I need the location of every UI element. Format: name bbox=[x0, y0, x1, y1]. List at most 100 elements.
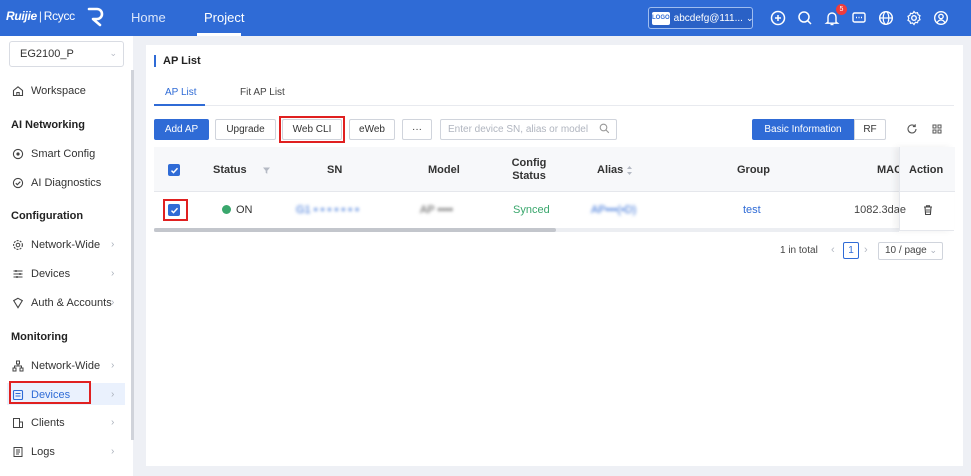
next-page-icon[interactable]: › bbox=[864, 244, 868, 256]
chevron-right-icon: › bbox=[111, 360, 115, 371]
column-header-model: Model bbox=[428, 164, 460, 176]
brand-mark-icon bbox=[87, 7, 104, 27]
chevron-down-icon: ⌄ bbox=[109, 48, 117, 58]
checkmark-icon bbox=[170, 167, 178, 174]
eweb-button[interactable]: eWeb bbox=[349, 119, 395, 140]
sidebar-item-label: Auth & Accounts bbox=[31, 297, 112, 309]
table-header bbox=[154, 147, 954, 192]
nav-active-indicator bbox=[197, 33, 241, 36]
chevron-right-icon: › bbox=[111, 417, 115, 428]
sidebar-group-ai-networking: AI Networking bbox=[11, 119, 85, 131]
column-header-alias[interactable]: Alias bbox=[597, 164, 623, 177]
column-header-status[interactable]: Status bbox=[213, 164, 247, 177]
filter-icon[interactable] bbox=[262, 166, 271, 175]
nav-home[interactable]: Home bbox=[131, 10, 166, 25]
sidebar-item-logs[interactable]: Logs bbox=[11, 445, 55, 459]
site-name: EG2100_P bbox=[20, 48, 74, 60]
account-selector[interactable]: LOGO abcdefg@111... ⌄ bbox=[648, 7, 754, 29]
column-header-config-status: Config Status bbox=[506, 157, 552, 183]
sidebar-item-label: Workspace bbox=[31, 85, 86, 97]
column-header-group: Group bbox=[737, 164, 770, 176]
upgrade-button[interactable]: Upgrade bbox=[215, 119, 276, 140]
sidebar-item-monitor-network-wide[interactable]: Network-Wide bbox=[11, 359, 100, 373]
column-header-config-status-line1: Config bbox=[511, 157, 547, 169]
refresh-icon[interactable] bbox=[906, 123, 918, 135]
chevron-down-icon: ⌄ bbox=[929, 245, 937, 255]
table-scroll-thumb[interactable] bbox=[154, 228, 556, 232]
gear-icon[interactable] bbox=[906, 10, 922, 26]
search-icon bbox=[599, 123, 610, 134]
brand-logo[interactable]: Ruijie | Rcycc bbox=[6, 9, 75, 23]
grid-settings-icon[interactable] bbox=[931, 123, 943, 135]
page-size-value: 10 / page bbox=[885, 245, 927, 256]
sidebar-item-workspace[interactable]: Workspace bbox=[11, 84, 86, 98]
sidebar-item-ai-diagnostics[interactable]: AI Diagnostics bbox=[11, 176, 101, 190]
pagination-page-1[interactable]: 1 bbox=[843, 242, 859, 259]
user-icon[interactable] bbox=[933, 10, 949, 26]
notification-badge: 5 bbox=[836, 4, 847, 15]
topology-icon bbox=[11, 359, 25, 373]
more-button[interactable]: ··· bbox=[402, 119, 432, 140]
home-icon bbox=[11, 84, 25, 98]
sidebar-item-label: Network-Wide bbox=[31, 239, 101, 251]
chevron-right-icon: › bbox=[111, 268, 115, 279]
globe-icon[interactable] bbox=[878, 10, 894, 26]
sort-icon[interactable] bbox=[626, 165, 633, 176]
search-input[interactable]: Enter device SN, alias or model bbox=[440, 119, 617, 140]
nav-project[interactable]: Project bbox=[204, 10, 244, 25]
shield-icon bbox=[11, 296, 25, 310]
search-icon[interactable] bbox=[797, 10, 813, 26]
sidebar-scrollbar[interactable] bbox=[131, 70, 134, 440]
basic-information-view-button[interactable]: Basic Information bbox=[752, 119, 854, 140]
account-name: abcdefg@111... bbox=[673, 12, 743, 24]
chevron-right-icon: › bbox=[111, 239, 115, 250]
page-size-select[interactable]: 10 / page ⌄ bbox=[878, 242, 943, 260]
sidebar-item-label: Logs bbox=[31, 446, 55, 458]
prev-page-icon[interactable]: ‹ bbox=[831, 244, 835, 256]
top-bar: Ruijie | Rcycc Home Project LOGO abcdefg@1… bbox=[0, 0, 971, 36]
sidebar-group-monitoring: Monitoring bbox=[11, 331, 68, 343]
cell-sn[interactable]: G1 • • • • • • • bbox=[296, 204, 359, 216]
chevron-right-icon: › bbox=[111, 297, 115, 308]
sidebar-item-config-devices[interactable]: Devices bbox=[11, 267, 70, 281]
ai-diagnostics-icon bbox=[11, 176, 25, 190]
online-status-icon bbox=[222, 205, 231, 214]
highlight-box-row-checkbox bbox=[163, 199, 188, 221]
sidebar-item-smart-config[interactable]: Smart Config bbox=[11, 147, 95, 161]
sidebar-item-config-network-wide[interactable]: Network-Wide bbox=[11, 238, 100, 252]
add-ap-button[interactable]: Add AP bbox=[154, 119, 209, 140]
search-placeholder: Enter device SN, alias or model bbox=[448, 124, 589, 135]
add-circle-icon[interactable] bbox=[770, 10, 786, 26]
logs-icon bbox=[11, 445, 25, 459]
cell-group[interactable]: test bbox=[743, 204, 761, 216]
column-header-sn: SN bbox=[327, 164, 343, 176]
sidebar-item-label: AI Diagnostics bbox=[31, 177, 102, 189]
cell-status: ON bbox=[222, 204, 253, 216]
gear-icon bbox=[11, 238, 25, 252]
smart-config-icon bbox=[11, 147, 25, 161]
delete-icon[interactable] bbox=[922, 204, 934, 216]
sidebar-item-label: Network-Wide bbox=[31, 360, 101, 372]
tenant-logo: LOGO bbox=[652, 11, 670, 25]
rf-view-button[interactable]: RF bbox=[854, 119, 886, 140]
message-icon[interactable] bbox=[851, 10, 867, 26]
sidebar-item-label: Devices bbox=[31, 268, 71, 280]
action-column: Action bbox=[899, 147, 955, 231]
chevron-right-icon: › bbox=[111, 389, 115, 400]
sidebar-item-auth-accounts[interactable]: Auth & Accounts bbox=[11, 296, 112, 310]
highlight-box-devices bbox=[9, 381, 91, 404]
site-selector[interactable]: EG2100_P ⌄ bbox=[9, 41, 124, 67]
select-all-checkbox[interactable] bbox=[168, 164, 180, 176]
status-text: ON bbox=[236, 204, 253, 216]
sidebar-item-clients[interactable]: Clients bbox=[11, 416, 65, 430]
tab-active-indicator bbox=[154, 104, 205, 106]
tab-ap-list[interactable]: AP List bbox=[165, 87, 197, 98]
tabs-baseline bbox=[154, 105, 954, 106]
column-header-action: Action bbox=[909, 164, 944, 176]
chevron-down-icon: ⌄ bbox=[745, 12, 754, 23]
chevron-right-icon: › bbox=[111, 446, 115, 457]
cell-alias[interactable]: AP•••(•D) bbox=[591, 204, 636, 216]
clients-icon bbox=[11, 416, 25, 430]
sliders-icon bbox=[11, 267, 25, 281]
tab-fit-ap-list[interactable]: Fit AP List bbox=[240, 87, 285, 98]
